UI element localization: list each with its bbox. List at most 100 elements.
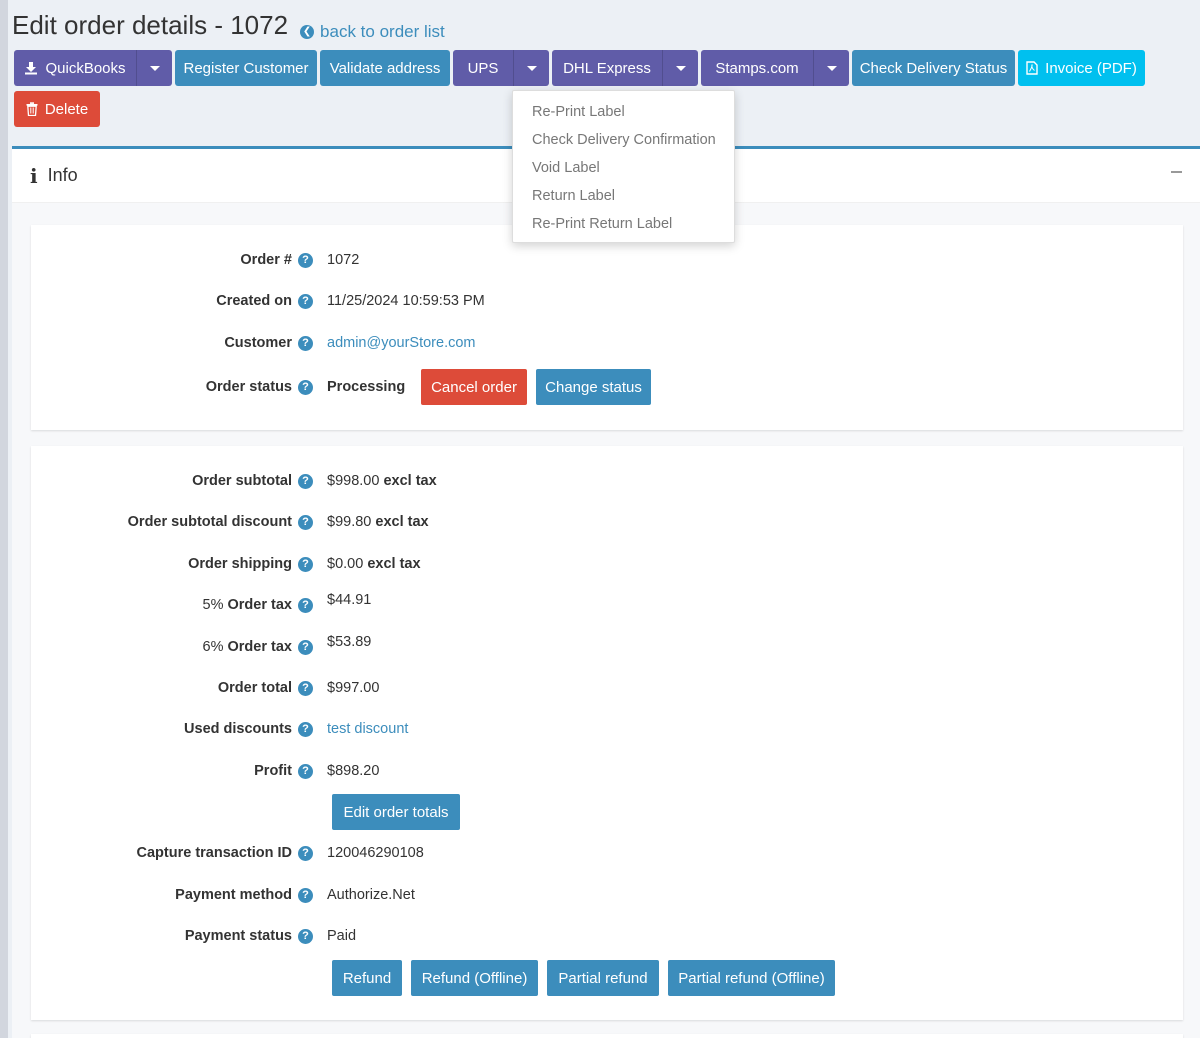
stamps-dropdown-toggle[interactable] bbox=[813, 50, 849, 86]
partial-refund-button[interactable]: Partial refund bbox=[547, 960, 659, 996]
question-circle-icon[interactable]: ? bbox=[298, 335, 313, 351]
order-subtotal-discount-row: Order subtotal discount ? $99.80 excl ta… bbox=[31, 507, 1183, 537]
caret-down-icon bbox=[675, 65, 686, 71]
order-tax-5-text: Order tax bbox=[227, 597, 292, 613]
order-subtotal-row: Order subtotal ? $998.00 excl tax bbox=[31, 466, 1183, 496]
ups-button[interactable]: UPS bbox=[453, 50, 513, 86]
invoice-pdf-button[interactable]: Invoice (PDF) bbox=[1018, 50, 1145, 86]
used-discounts-row: Used discounts ? test discount bbox=[31, 714, 1183, 744]
info-panel-title: Info bbox=[47, 165, 78, 185]
question-circle-icon[interactable]: ? bbox=[298, 845, 313, 861]
order-total-value: $997.00 bbox=[327, 680, 380, 696]
order-subtotal-amount: $998.00 bbox=[327, 473, 380, 489]
profit-row: Profit ? $898.20 bbox=[31, 756, 1183, 786]
order-subtotal-label: Order subtotal bbox=[192, 473, 292, 489]
reprint-return-label-item[interactable]: Re-Print Return Label bbox=[513, 210, 734, 238]
order-shipping-label: Order shipping bbox=[188, 556, 292, 572]
reprint-label-item[interactable]: Re-Print Label bbox=[513, 98, 734, 126]
order-subtotal-discount-value: $99.80 excl tax bbox=[327, 514, 429, 530]
order-total-label: Order total bbox=[217, 680, 292, 696]
register-customer-button[interactable]: Register Customer bbox=[175, 50, 317, 86]
question-circle-icon[interactable]: ? bbox=[298, 379, 313, 395]
toolbar-row-1: QuickBooks Register Customer Validate ad… bbox=[14, 50, 1194, 86]
question-circle-icon[interactable]: ? bbox=[298, 639, 313, 655]
download-icon bbox=[24, 61, 38, 75]
order-status-row: Order status ? Processing Cancel order C… bbox=[31, 369, 1183, 405]
question-circle-icon[interactable]: ? bbox=[298, 928, 313, 944]
question-circle-icon[interactable]: ? bbox=[298, 680, 313, 696]
order-subtotal-tax-note: excl tax bbox=[383, 473, 437, 489]
question-circle-icon[interactable]: ? bbox=[298, 887, 313, 903]
invoice-pdf-label: Invoice (PDF) bbox=[1045, 59, 1137, 77]
order-shipping-value: $0.00 excl tax bbox=[327, 556, 421, 572]
return-label-item[interactable]: Return Label bbox=[513, 182, 734, 210]
created-on-row: Created on ? 11/25/2024 10:59:53 PM bbox=[31, 286, 1183, 316]
dhl-express-button[interactable]: DHL Express bbox=[552, 50, 662, 86]
question-circle-icon[interactable]: ? bbox=[298, 556, 313, 572]
question-circle-icon[interactable]: ? bbox=[298, 252, 313, 268]
quickbooks-dropdown-toggle[interactable] bbox=[136, 50, 172, 86]
void-label-item[interactable]: Void Label bbox=[513, 154, 734, 182]
created-on-value: 11/25/2024 10:59:53 PM bbox=[327, 293, 485, 309]
change-status-button[interactable]: Change status bbox=[536, 369, 651, 405]
validate-address-button[interactable]: Validate address bbox=[320, 50, 450, 86]
order-number-row: Order # ? 1072 bbox=[31, 245, 1183, 275]
refund-button[interactable]: Refund bbox=[332, 960, 402, 996]
order-subtotal-discount-label: Order subtotal discount bbox=[127, 514, 292, 530]
info-icon: i bbox=[30, 163, 38, 188]
back-link-label: back to order list bbox=[320, 22, 445, 41]
question-circle-icon[interactable]: ? bbox=[298, 473, 313, 489]
profit-value: $898.20 bbox=[327, 763, 380, 779]
info-panel: i Info Order # ? 1072 Created on ? 11/25… bbox=[12, 146, 1200, 1038]
ups-group: UPS bbox=[453, 50, 549, 86]
created-on-label: Created on bbox=[216, 293, 292, 309]
edit-order-totals-button[interactable]: Edit order totals bbox=[332, 794, 460, 830]
used-discount-link[interactable]: test discount bbox=[327, 721, 408, 737]
order-subtotal-value: $998.00 excl tax bbox=[327, 473, 437, 489]
refund-offline-button[interactable]: Refund (Offline) bbox=[411, 960, 538, 996]
caret-down-icon bbox=[826, 65, 837, 71]
next-card-edge bbox=[31, 1034, 1183, 1038]
partial-refund-offline-button[interactable]: Partial refund (Offline) bbox=[668, 960, 835, 996]
order-status-label: Order status bbox=[205, 379, 292, 395]
file-pdf-icon bbox=[1026, 61, 1038, 75]
order-tax-5-value: $44.91 bbox=[327, 592, 372, 608]
quickbooks-button[interactable]: QuickBooks bbox=[14, 50, 136, 86]
dhl-express-dropdown-toggle[interactable] bbox=[662, 50, 698, 86]
left-sidebar-edge bbox=[0, 0, 8, 1038]
capture-transaction-label: Capture transaction ID bbox=[136, 845, 293, 861]
question-circle-icon[interactable]: ? bbox=[298, 721, 313, 737]
order-number-value: 1072 bbox=[327, 252, 360, 268]
order-shipping-tax-note: excl tax bbox=[367, 556, 421, 572]
back-to-order-list-link[interactable]: ❮ back to order list bbox=[300, 22, 445, 42]
order-tax-6-text: Order tax bbox=[227, 639, 292, 655]
question-circle-icon[interactable]: ? bbox=[298, 597, 313, 613]
question-circle-icon[interactable]: ? bbox=[298, 763, 313, 779]
customer-email-link[interactable]: admin@yourStore.com bbox=[327, 335, 476, 351]
capture-transaction-value: 120046290108 bbox=[327, 845, 424, 861]
minus-icon[interactable] bbox=[1171, 171, 1182, 173]
payment-method-label: Payment method bbox=[175, 887, 292, 903]
check-delivery-status-button[interactable]: Check Delivery Status bbox=[852, 50, 1015, 86]
capture-transaction-row: Capture transaction ID ? 120046290108 bbox=[31, 838, 1183, 868]
used-discounts-label: Used discounts bbox=[184, 721, 292, 737]
quickbooks-group: QuickBooks bbox=[14, 50, 172, 86]
question-circle-icon[interactable]: ? bbox=[298, 514, 313, 530]
payment-method-row: Payment method ? Authorize.Net bbox=[31, 880, 1183, 910]
question-circle-icon[interactable]: ? bbox=[298, 293, 313, 309]
order-status-value: Processing bbox=[327, 379, 406, 395]
stamps-button[interactable]: Stamps.com bbox=[701, 50, 813, 86]
order-tax-6-row: 6% Order tax ? $53.89 bbox=[31, 632, 1183, 662]
order-subtotal-discount-tax-note: excl tax bbox=[375, 514, 429, 530]
circle-arrow-left-icon: ❮ bbox=[300, 25, 315, 39]
customer-label: Customer bbox=[224, 335, 292, 351]
order-tax-6-value: $53.89 bbox=[327, 634, 372, 650]
order-tax-5-rate: 5% bbox=[202, 597, 224, 613]
ups-dropdown-toggle[interactable] bbox=[513, 50, 549, 86]
order-number-label: Order # bbox=[240, 252, 292, 268]
cancel-order-button[interactable]: Cancel order bbox=[421, 369, 527, 405]
delete-button[interactable]: Delete bbox=[14, 91, 100, 127]
stamps-group: Stamps.com bbox=[701, 50, 849, 86]
check-delivery-confirmation-item[interactable]: Check Delivery Confirmation bbox=[513, 126, 734, 154]
ups-dropdown-menu: Re-Print Label Check Delivery Confirmati… bbox=[512, 90, 735, 243]
